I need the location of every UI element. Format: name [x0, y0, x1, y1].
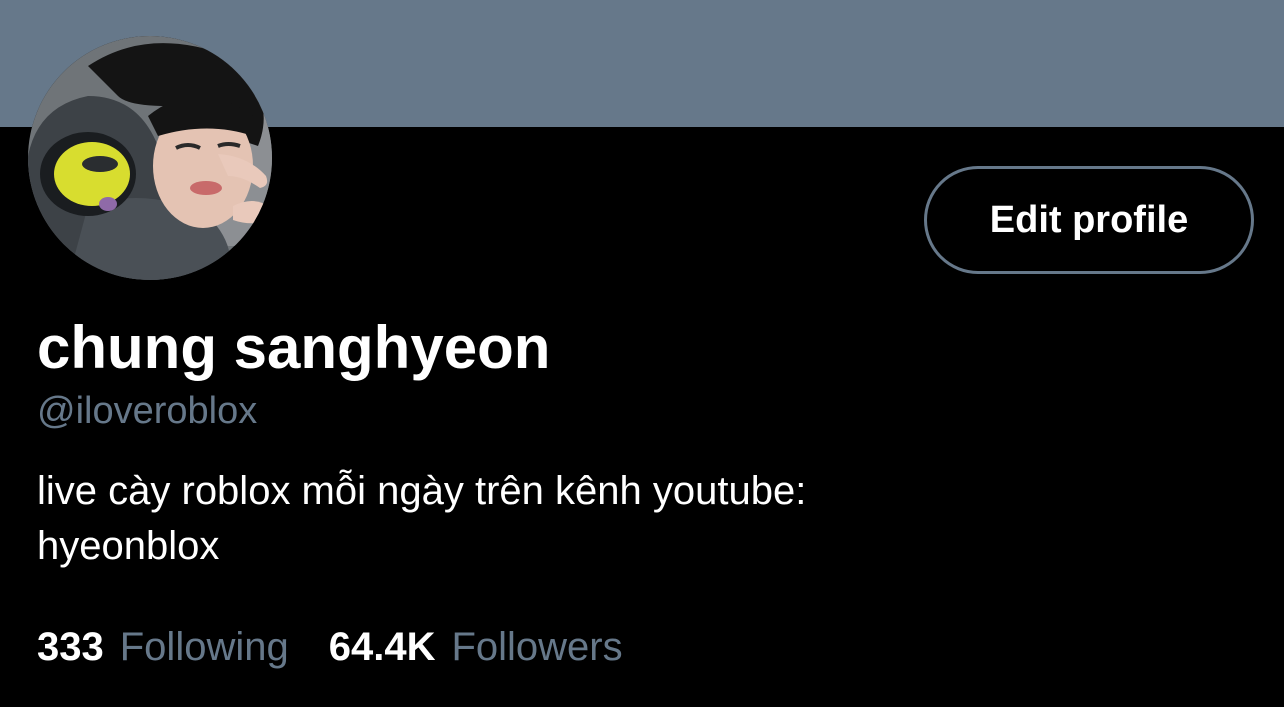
profile-page: Edit profile chung sanghyeon @iloveroblo… [0, 0, 1284, 707]
display-name: chung sanghyeon [37, 314, 551, 381]
following-link[interactable]: 333 Following [37, 623, 289, 671]
followers-link[interactable]: 64.4K Followers [329, 623, 623, 671]
following-label: Following [119, 625, 289, 669]
avatar-photo [28, 36, 272, 280]
bio-line: live cày roblox mỗi ngày trên kênh youtu… [37, 469, 807, 513]
followers-label: Followers [451, 625, 623, 669]
bio-line: hyeonblox [37, 524, 220, 568]
profile-bio: live cày roblox mỗi ngày trên kênh youtu… [37, 464, 1137, 574]
profile-handle: @iloveroblox [37, 390, 258, 432]
edit-profile-button[interactable]: Edit profile [924, 166, 1254, 274]
profile-stats: 333 Following 64.4K Followers [37, 623, 623, 671]
avatar[interactable] [28, 36, 272, 280]
followers-count: 64.4K [328, 625, 436, 669]
following-count: 333 [37, 625, 104, 669]
